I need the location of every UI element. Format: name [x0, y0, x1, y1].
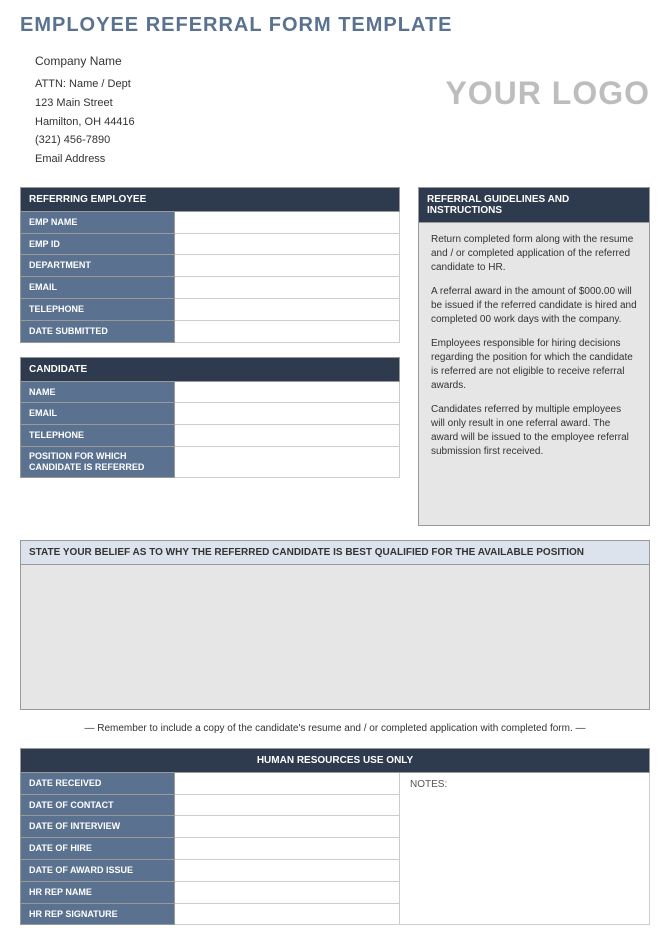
label-email: EMAIL — [20, 277, 175, 299]
label-telephone: TELEPHONE — [20, 299, 175, 321]
label-date-award: DATE OF AWARD ISSUE — [20, 860, 175, 882]
belief-header: STATE YOUR BELIEF AS TO WHY THE REFERRED… — [20, 540, 650, 565]
label-cand-name: NAME — [20, 382, 175, 404]
hr-notes-box[interactable]: NOTES: — [400, 773, 650, 926]
label-cand-position: POSITION FOR WHICH CANDIDATE IS REFERRED — [20, 447, 175, 478]
label-date-contact: DATE OF CONTACT — [20, 795, 175, 817]
candidate-header: CANDIDATE — [20, 357, 400, 382]
label-emp-name: EMP NAME — [20, 212, 175, 234]
input-email[interactable] — [175, 277, 400, 299]
guidelines-header: REFERRAL GUIDELINES AND INSTRUCTIONS — [418, 187, 650, 223]
input-cand-email[interactable] — [175, 403, 400, 425]
guidelines-p4: Candidates referred by multiple employee… — [431, 403, 637, 459]
label-emp-id: EMP ID — [20, 234, 175, 256]
hr-header: HUMAN RESOURCES USE ONLY — [20, 748, 650, 773]
label-cand-email: EMAIL — [20, 403, 175, 425]
label-department: DEPARTMENT — [20, 255, 175, 277]
label-date-interview: DATE OF INTERVIEW — [20, 816, 175, 838]
input-telephone[interactable] — [175, 299, 400, 321]
input-cand-telephone[interactable] — [175, 425, 400, 447]
company-city: Hamilton, OH 44416 — [35, 113, 135, 132]
label-cand-telephone: TELEPHONE — [20, 425, 175, 447]
input-date-hire[interactable] — [175, 838, 400, 860]
label-date-received: DATE RECEIVED — [20, 773, 175, 795]
input-cand-position[interactable] — [175, 447, 400, 478]
guidelines-p3: Employees responsible for hiring decisio… — [431, 337, 637, 393]
company-name: Company Name — [35, 51, 135, 71]
reminder-text: — Remember to include a copy of the cand… — [20, 723, 650, 734]
belief-textarea[interactable] — [20, 565, 650, 710]
label-rep-name: HR REP NAME — [20, 882, 175, 904]
company-attn: ATTN: Name / Dept — [35, 75, 135, 94]
input-department[interactable] — [175, 255, 400, 277]
input-rep-name[interactable] — [175, 882, 400, 904]
input-date-interview[interactable] — [175, 816, 400, 838]
referring-employee-header: REFERRING EMPLOYEE — [20, 187, 400, 212]
guidelines-p1: Return completed form along with the res… — [431, 233, 637, 275]
company-street: 123 Main Street — [35, 94, 135, 113]
company-info: Company Name ATTN: Name / Dept 123 Main … — [20, 51, 135, 169]
hr-notes-label: NOTES: — [410, 779, 447, 790]
input-date-award[interactable] — [175, 860, 400, 882]
input-emp-name[interactable] — [175, 212, 400, 234]
input-cand-name[interactable] — [175, 382, 400, 404]
input-emp-id[interactable] — [175, 234, 400, 256]
guidelines-box: Return completed form along with the res… — [418, 223, 650, 526]
company-email: Email Address — [35, 150, 135, 169]
input-date-submitted[interactable] — [175, 321, 400, 343]
logo-placeholder: YOUR LOGO — [445, 75, 650, 112]
input-date-received[interactable] — [175, 773, 400, 795]
label-date-hire: DATE OF HIRE — [20, 838, 175, 860]
company-phone: (321) 456-7890 — [35, 131, 135, 150]
label-date-submitted: DATE SUBMITTED — [20, 321, 175, 343]
input-date-contact[interactable] — [175, 795, 400, 817]
guidelines-p2: A referral award in the amount of $000.0… — [431, 285, 637, 327]
page-title: EMPLOYEE REFERRAL FORM TEMPLATE — [20, 14, 650, 37]
